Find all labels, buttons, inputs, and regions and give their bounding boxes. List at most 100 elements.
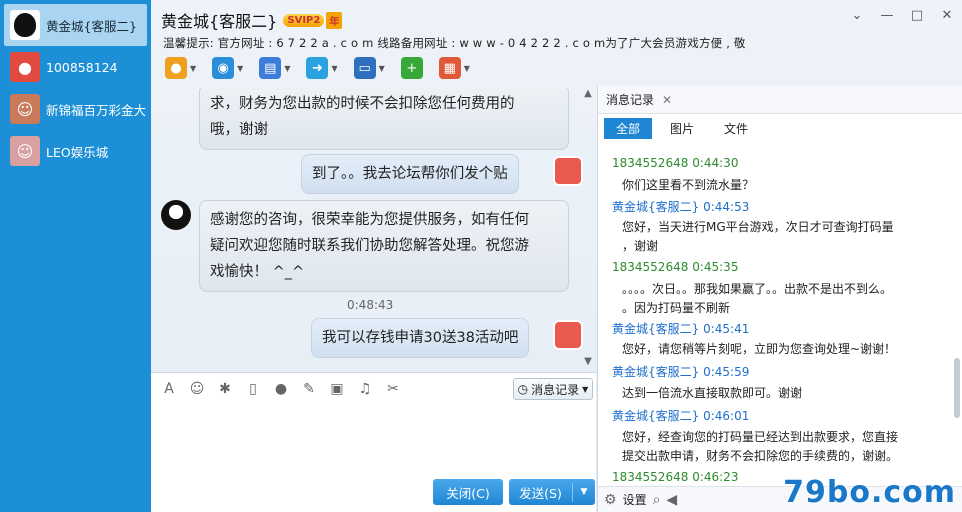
history-entry-text: 您好，请您稍等片刻呢，立即为您查询处理~谢谢！	[622, 342, 897, 356]
voice-icon[interactable]: ●	[271, 379, 291, 399]
record-button-label: 消息记录	[531, 382, 580, 397]
message-line: 感谢您的咨询，很荣幸能为您提供服务，如有任何	[210, 212, 529, 228]
chevron-up-icon[interactable]: ▲	[583, 88, 593, 99]
close-icon[interactable]: ✕	[940, 8, 954, 23]
toolbar-video-button[interactable]: ◉ ▼	[206, 57, 249, 79]
history-entry-text: 您好，当天进行MG平台游戏，次日才可查询打码量 ，谢谢	[622, 220, 894, 253]
bear-avatar-icon: ●	[10, 52, 40, 82]
history-entry-meta: 1834552648 0:45:35	[612, 260, 739, 274]
message-line: 疑问欢迎您随时联系我们协助您解答处理。祝您游	[210, 238, 529, 254]
message-bubble-received: 感谢您的咨询，很荣幸能为您提供服务，如有任何 疑问欢迎您随时联系我们协助您解答处…	[199, 200, 569, 292]
message-line: 哦，谢谢	[210, 122, 268, 138]
contact-sidebar: 黄金城{客服二} ● 100858124 ☺ 新锦福百万彩金大 ☺ LEO娱乐城	[0, 0, 151, 512]
history-entry-meta: 黄金城{客服二} 0:44:53	[612, 200, 750, 214]
window-title-bar: 黄金城{客服二} SVIP2 年	[161, 8, 343, 32]
history-entry-meta: 黄金城{客服二} 0:46:01	[612, 409, 750, 423]
history-title: 消息记录	[606, 93, 655, 107]
remote-desktop-icon: ▭	[353, 57, 376, 79]
tab-images[interactable]: 图片	[658, 118, 706, 139]
webcam-icon: ◉	[212, 57, 235, 79]
chevron-down-icon[interactable]: ▼	[379, 64, 385, 73]
contact-item-leo[interactable]: ☺ LEO娱乐城	[4, 130, 147, 172]
maximize-icon[interactable]: □	[910, 8, 924, 23]
contact-avatar[interactable]	[161, 200, 191, 230]
chat-title: 黄金城{客服二}	[161, 12, 278, 31]
my-avatar[interactable]	[553, 320, 583, 350]
contact-item-xinjinfu[interactable]: ☺ 新锦福百万彩金大	[4, 88, 147, 130]
toolbar-screen-share-button[interactable]: ▤ ▼	[253, 57, 296, 79]
history-scrollbar[interactable]	[954, 148, 960, 468]
toolbar-file-transfer-button[interactable]: ➜ ▼	[300, 57, 343, 79]
message-bubble-received: 求，财务为您出款的时候不会扣除您任何费用的 哦，谢谢	[199, 88, 569, 150]
history-entry-text: 您好，经查询您的打码量已经达到出款要求，您直接 提交出款申请，财务不会扣除您的手续…	[622, 430, 899, 463]
music-icon[interactable]: ♫	[355, 379, 375, 399]
chevron-down-icon[interactable]: ⌄	[850, 8, 864, 23]
scrollbar-thumb[interactable]	[954, 358, 960, 418]
settings-label[interactable]: 设置	[623, 491, 647, 508]
tab-files[interactable]: 文件	[712, 118, 760, 139]
history-entry-text: 。。。。次日。。那我如果赢了。。出款不是出不到么。 。因为打码量不刷新	[622, 282, 893, 315]
microphone-icon: ●	[165, 57, 187, 79]
emoji-icon[interactable]: ☺	[187, 379, 207, 399]
shake-icon[interactable]: ▯	[243, 379, 263, 399]
search-icon[interactable]: ⌕	[653, 492, 661, 508]
toolbar-voice-button[interactable]: ● ▼	[159, 57, 202, 79]
toolbar-add-app-button[interactable]: +	[395, 57, 429, 79]
chevron-down-icon[interactable]: ▼	[583, 356, 593, 367]
contact-label: 新锦福百万彩金大	[46, 102, 147, 118]
message-input-area[interactable]: A ☺ ✱ ▯ ● ✎ ▣ ♫ ✂ ◷ 消息记录 ▼ 关闭(C) 发送(S) ▼	[151, 372, 596, 512]
history-entry-text: 你们这里看不到流水量？	[622, 178, 755, 192]
history-tabs: 全部 图片 文件	[598, 114, 962, 142]
close-icon[interactable]: ✕	[662, 93, 672, 107]
font-icon[interactable]: A	[159, 379, 179, 399]
site-watermark: 79bo.com	[783, 475, 956, 510]
input-toolbar: A ☺ ✱ ▯ ● ✎ ▣ ♫ ✂	[159, 379, 403, 399]
chevron-down-icon[interactable]: ▼	[331, 64, 337, 73]
history-entry-meta: 1834552648 0:46:23	[612, 470, 739, 484]
history-entry-meta: 黄金城{客服二} 0:45:59	[612, 365, 750, 379]
close-button[interactable]: 关闭(C)	[433, 479, 503, 505]
speaker-icon[interactable]: ◀	[666, 492, 677, 508]
message-line: 到了。。我去论坛帮你们发个贴	[312, 166, 508, 182]
girl-avatar-icon: ☺	[10, 94, 40, 124]
edit-icon[interactable]: ✎	[299, 379, 319, 399]
qq-penguin-icon	[10, 10, 40, 40]
vip-badge: SVIP2	[283, 13, 325, 27]
file-transfer-icon: ➜	[306, 57, 329, 79]
toolbar-remote-desktop-button[interactable]: ▭ ▼	[348, 57, 391, 79]
message-line: 求，财务为您出款的时候不会扣除您任何费用的	[210, 96, 515, 112]
contact-item-100858124[interactable]: ● 100858124	[4, 46, 147, 88]
message-record-button[interactable]: ◷ 消息记录 ▼	[513, 378, 593, 400]
toolbar-apps-button[interactable]: ▦ ▼	[433, 57, 476, 79]
my-avatar[interactable]	[553, 156, 583, 186]
chevron-down-icon[interactable]: ▼	[573, 487, 595, 497]
add-app-icon: +	[400, 57, 423, 79]
screenshot-icon[interactable]: ✂	[383, 379, 403, 399]
contact-label: 黄金城{客服二}	[46, 18, 137, 34]
history-header: 消息记录 ✕	[598, 86, 962, 114]
contact-label: LEO娱乐城	[46, 144, 109, 160]
image-icon[interactable]: ▣	[327, 379, 347, 399]
chevron-down-icon[interactable]: ▼	[190, 64, 196, 73]
history-entry-text: 达到一倍流水直接取款即可。谢谢	[622, 386, 803, 400]
send-button-label[interactable]: 发送(S)	[509, 482, 573, 502]
app-grid-icon: ▦	[438, 57, 461, 79]
history-entry-meta: 黄金城{客服二} 0:45:41	[612, 322, 750, 336]
clock-icon: ◷	[517, 382, 529, 396]
send-button[interactable]: 发送(S) ▼	[509, 479, 595, 505]
gear-icon[interactable]: ⚙	[604, 492, 617, 508]
contact-item-huangjincheng[interactable]: 黄金城{客服二}	[4, 4, 147, 46]
chevron-down-icon: ▼	[582, 384, 589, 394]
message-history-panel: 消息记录 ✕ 全部 图片 文件 1834552648 0:44:30 你们这里看…	[597, 86, 962, 512]
chat-transcript[interactable]: 求，财务为您出款的时候不会扣除您任何费用的 哦，谢谢 ▲ 到了。。我去论坛帮你们…	[151, 88, 596, 370]
minimize-icon[interactable]: —	[880, 8, 894, 23]
magic-icon[interactable]: ✱	[215, 379, 235, 399]
chevron-down-icon[interactable]: ▼	[284, 64, 290, 73]
chevron-down-icon[interactable]: ▼	[237, 64, 243, 73]
chat-window: 黄金城{客服二} SVIP2 年 ⌄ — □ ✕ 温馨提示: 官方网址 : 6 …	[151, 0, 962, 512]
tab-all[interactable]: 全部	[604, 117, 653, 139]
notice-text: 温馨提示: 官方网址 : 6 7 2 2 a . c o m 线路备用网址 : …	[163, 36, 746, 50]
chevron-down-icon[interactable]: ▼	[464, 64, 470, 73]
screen-share-icon: ▤	[259, 57, 282, 79]
vip-year-badge: 年	[326, 11, 343, 29]
